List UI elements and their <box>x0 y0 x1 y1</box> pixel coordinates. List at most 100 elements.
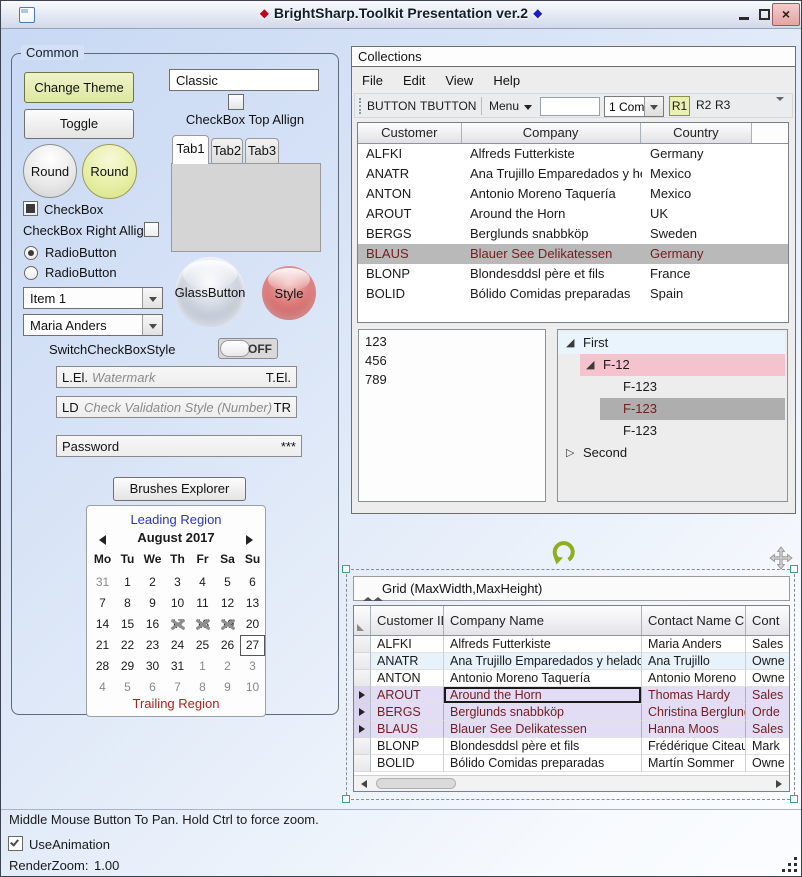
calendar-day[interactable]: 28 <box>90 656 115 677</box>
calendar-day[interactable]: 5 <box>115 677 140 698</box>
table-cell[interactable]: Berglunds snabbköp <box>444 704 642 721</box>
table-cell[interactable]: Blondesddsl père et fils <box>444 738 642 755</box>
table-cell[interactable]: Sales <box>746 636 790 653</box>
table-cell[interactable]: ANTON <box>371 670 444 687</box>
calendar-day[interactable]: 31 <box>165 656 190 677</box>
calendar-day[interactable]: 1 <box>115 572 140 593</box>
table-cell[interactable]: Around the Horn <box>444 687 642 704</box>
calendar-day[interactable]: 7 <box>90 593 115 614</box>
table-row[interactable]: ALFKIAlfreds FutterkisteGermany <box>358 144 788 164</box>
table-row[interactable]: BLAUSBlauer See DelikatessenHanna MoosSa… <box>354 721 789 738</box>
calendar-day[interactable]: 2 <box>140 572 165 593</box>
column-header[interactable] <box>752 123 788 143</box>
calendar-day[interactable]: 22 <box>115 635 140 656</box>
table-cell[interactable]: ANATR <box>371 653 444 670</box>
combo-arrow-button[interactable] <box>644 97 663 116</box>
menu-item-file[interactable]: File <box>359 72 386 89</box>
calendar-day[interactable]: 8 <box>115 593 140 614</box>
row-header[interactable] <box>354 636 371 653</box>
toolbar-radio-r3[interactable]: R3 <box>715 98 730 112</box>
close-button[interactable]: × <box>772 3 800 26</box>
table-row[interactable]: BLAUSBlauer See DelikatessenGermany <box>358 244 788 264</box>
table-row[interactable]: BERGSBerglunds snabbköpChristina Berglun… <box>354 704 789 721</box>
row-header[interactable] <box>354 755 371 772</box>
calendar-day[interactable]: 2 <box>215 656 240 677</box>
tree-item[interactable]: ◢F-12 <box>558 354 787 376</box>
table-cell[interactable]: Alfreds Futterkiste <box>444 636 642 653</box>
table-cell[interactable]: BOLID <box>371 755 444 772</box>
table-cell[interactable]: Bólido Comidas preparadas <box>444 755 642 772</box>
table-cell[interactable]: Blauer See Delikatessen <box>444 721 642 738</box>
calendar-day[interactable]: 27 <box>240 635 265 656</box>
tree-expanded-icon[interactable]: ◢ <box>586 358 594 372</box>
toolbar-combo[interactable]: 1 Com <box>604 96 664 117</box>
calendar-day[interactable]: 4 <box>190 572 215 593</box>
calendar-day[interactable]: 23 <box>140 635 165 656</box>
table-cell[interactable]: Ana Trujillo <box>642 653 746 670</box>
switch-knob[interactable] <box>220 340 250 357</box>
checkbox-top-align[interactable] <box>228 94 244 110</box>
table-cell[interactable]: Maria Anders <box>642 636 746 653</box>
table-row[interactable]: ANATRAna Trujillo Emparedados y heladosA… <box>354 653 789 670</box>
watermark-field[interactable]: L.El. Watermark T.El. <box>56 366 297 388</box>
calendar-day[interactable]: 12 <box>215 593 240 614</box>
tab-tab1[interactable]: Tab1 <box>172 135 209 164</box>
table-row[interactable]: ANATRAna Trujillo Emparedados y helaMexi… <box>358 164 788 184</box>
table-row[interactable]: BERGSBerglunds snabbköpSweden <box>358 224 788 244</box>
scroll-right-icon[interactable] <box>776 780 782 788</box>
toolbar-tbutton[interactable]: TBUTTON <box>420 99 476 113</box>
calendar-day[interactable]: 11 <box>190 593 215 614</box>
calendar-day[interactable]: 29 <box>115 656 140 677</box>
calendar-day[interactable]: 17 <box>165 614 190 635</box>
combo-arrow-button[interactable] <box>142 315 162 335</box>
table-cell[interactable]: Owne <box>746 653 790 670</box>
table-cell[interactable]: BLAUS <box>371 721 444 738</box>
calendar-day[interactable]: 9 <box>140 593 165 614</box>
maximize-icon[interactable] <box>759 9 770 20</box>
table-cell[interactable]: Frédérique Citeaux <box>642 738 746 755</box>
table-cell[interactable]: Christina Berglund <box>642 704 746 721</box>
table-row[interactable]: BLONPBlondesddsl père et filsFrance <box>358 264 788 284</box>
table-cell[interactable]: Thomas Hardy <box>642 687 746 704</box>
calendar-day[interactable]: 18 <box>190 614 215 635</box>
toolbar-textbox[interactable] <box>540 97 600 116</box>
table-row[interactable]: BLONPBlondesddsl père et filsFrédérique … <box>354 738 789 755</box>
calendar-day[interactable]: 30 <box>140 656 165 677</box>
calendar-day[interactable]: 25 <box>190 635 215 656</box>
table-cell[interactable]: BERGS <box>371 704 444 721</box>
table-cell[interactable]: Owne <box>746 755 790 772</box>
table-cell[interactable]: Ana Trujillo Emparedados y helados <box>444 653 642 670</box>
column-header[interactable]: Company Name <box>444 606 642 635</box>
table-cell[interactable]: Antonio Moreno Taquería <box>444 670 642 687</box>
table-cell[interactable]: BLONP <box>371 738 444 755</box>
tree-item[interactable]: F-123 <box>558 398 787 420</box>
combo-item1[interactable]: Item 1 <box>23 287 163 309</box>
tree-expanded-icon[interactable]: ◢ <box>566 336 574 350</box>
calendar-day[interactable]: 20 <box>240 614 265 635</box>
use-animation-checkbox[interactable] <box>8 836 23 851</box>
table-cell[interactable]: Sales <box>746 721 790 738</box>
menu-item-help[interactable]: Help <box>490 72 523 89</box>
tree-item[interactable]: F-123 <box>558 420 787 442</box>
calendar-day[interactable]: 9 <box>215 677 240 698</box>
calendar-day[interactable]: 5 <box>215 572 240 593</box>
calendar-day[interactable]: 26 <box>215 635 240 656</box>
table-row[interactable]: AROUTAround the HornUK <box>358 204 788 224</box>
calendar-day[interactable]: 7 <box>165 677 190 698</box>
table-cell[interactable]: Hanna Moos <box>642 721 746 738</box>
table-cell[interactable]: Mark <box>746 738 790 755</box>
scrollbar-thumb[interactable] <box>376 778 456 789</box>
menu-item-view[interactable]: View <box>442 72 476 89</box>
checkbox-right-align[interactable] <box>144 222 159 237</box>
calendar-month-label[interactable]: August 2017 <box>87 530 265 545</box>
calendar-day[interactable]: 31 <box>90 572 115 593</box>
table-cell[interactable]: Antonio Moreno <box>642 670 746 687</box>
table-row[interactable]: ANTONAntonio Moreno TaqueríaMexico <box>358 184 788 204</box>
checkbox-checked[interactable] <box>23 201 38 216</box>
calendar-day[interactable]: 10 <box>240 677 265 698</box>
change-theme-button[interactable]: Change Theme <box>24 72 134 103</box>
column-header[interactable]: Contact Name CN <box>642 606 746 635</box>
radio-button-2[interactable] <box>24 266 38 280</box>
grid-expander-header[interactable]: Grid (MaxWidth,MaxHeight) <box>353 576 790 601</box>
calendar-day[interactable]: 21 <box>90 635 115 656</box>
